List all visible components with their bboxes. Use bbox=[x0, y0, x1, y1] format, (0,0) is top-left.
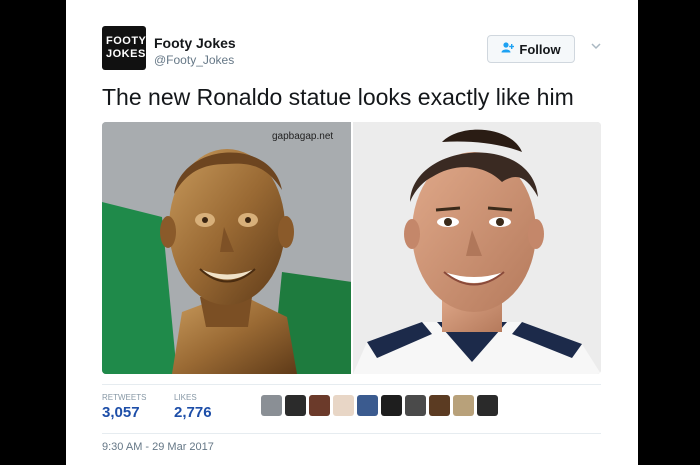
likes-label: LIKES bbox=[174, 393, 197, 402]
likes-count[interactable]: 2,776 bbox=[174, 404, 212, 421]
portrait-image bbox=[353, 122, 601, 374]
avatar-logo-line2: JOKES bbox=[106, 48, 146, 60]
statue-image bbox=[102, 122, 352, 374]
liker-avatar[interactable] bbox=[309, 395, 330, 416]
liker-avatar[interactable] bbox=[477, 395, 498, 416]
avatar-logo-line1: FOOTY bbox=[106, 35, 147, 47]
liker-avatar[interactable] bbox=[453, 395, 474, 416]
engagement-stats: RETWEETS 3,057 LIKES 2,776 bbox=[102, 384, 601, 434]
retweets-count[interactable]: 3,057 bbox=[102, 404, 140, 421]
liker-avatar[interactable] bbox=[429, 395, 450, 416]
liker-avatar[interactable] bbox=[333, 395, 354, 416]
add-user-icon bbox=[501, 42, 515, 56]
retweets-label: RETWEETS bbox=[102, 393, 147, 402]
liker-avatars bbox=[261, 395, 498, 416]
chevron-down-icon[interactable] bbox=[590, 40, 604, 54]
follow-label: Follow bbox=[519, 41, 561, 57]
liker-avatar[interactable] bbox=[381, 395, 402, 416]
tweet-card: FOOTY JOKES Footy Jokes @Footy_Jokes Fol… bbox=[66, 0, 638, 465]
user-handle[interactable]: @Footy_Jokes bbox=[154, 53, 234, 67]
liker-avatar[interactable] bbox=[285, 395, 306, 416]
display-name[interactable]: Footy Jokes bbox=[154, 35, 236, 51]
tweet-text: The new Ronaldo statue looks exactly lik… bbox=[102, 84, 574, 110]
liker-avatar[interactable] bbox=[357, 395, 378, 416]
avatar[interactable]: FOOTY JOKES bbox=[102, 26, 146, 70]
follow-button[interactable]: Follow bbox=[487, 35, 575, 63]
media-watermark: gapbagap.net bbox=[272, 131, 333, 142]
tweet-media[interactable]: gapbagap.net bbox=[102, 122, 601, 374]
liker-avatar[interactable] bbox=[261, 395, 282, 416]
tweet-timestamp[interactable]: 9:30 AM - 29 Mar 2017 bbox=[102, 441, 214, 453]
liker-avatar[interactable] bbox=[405, 395, 426, 416]
